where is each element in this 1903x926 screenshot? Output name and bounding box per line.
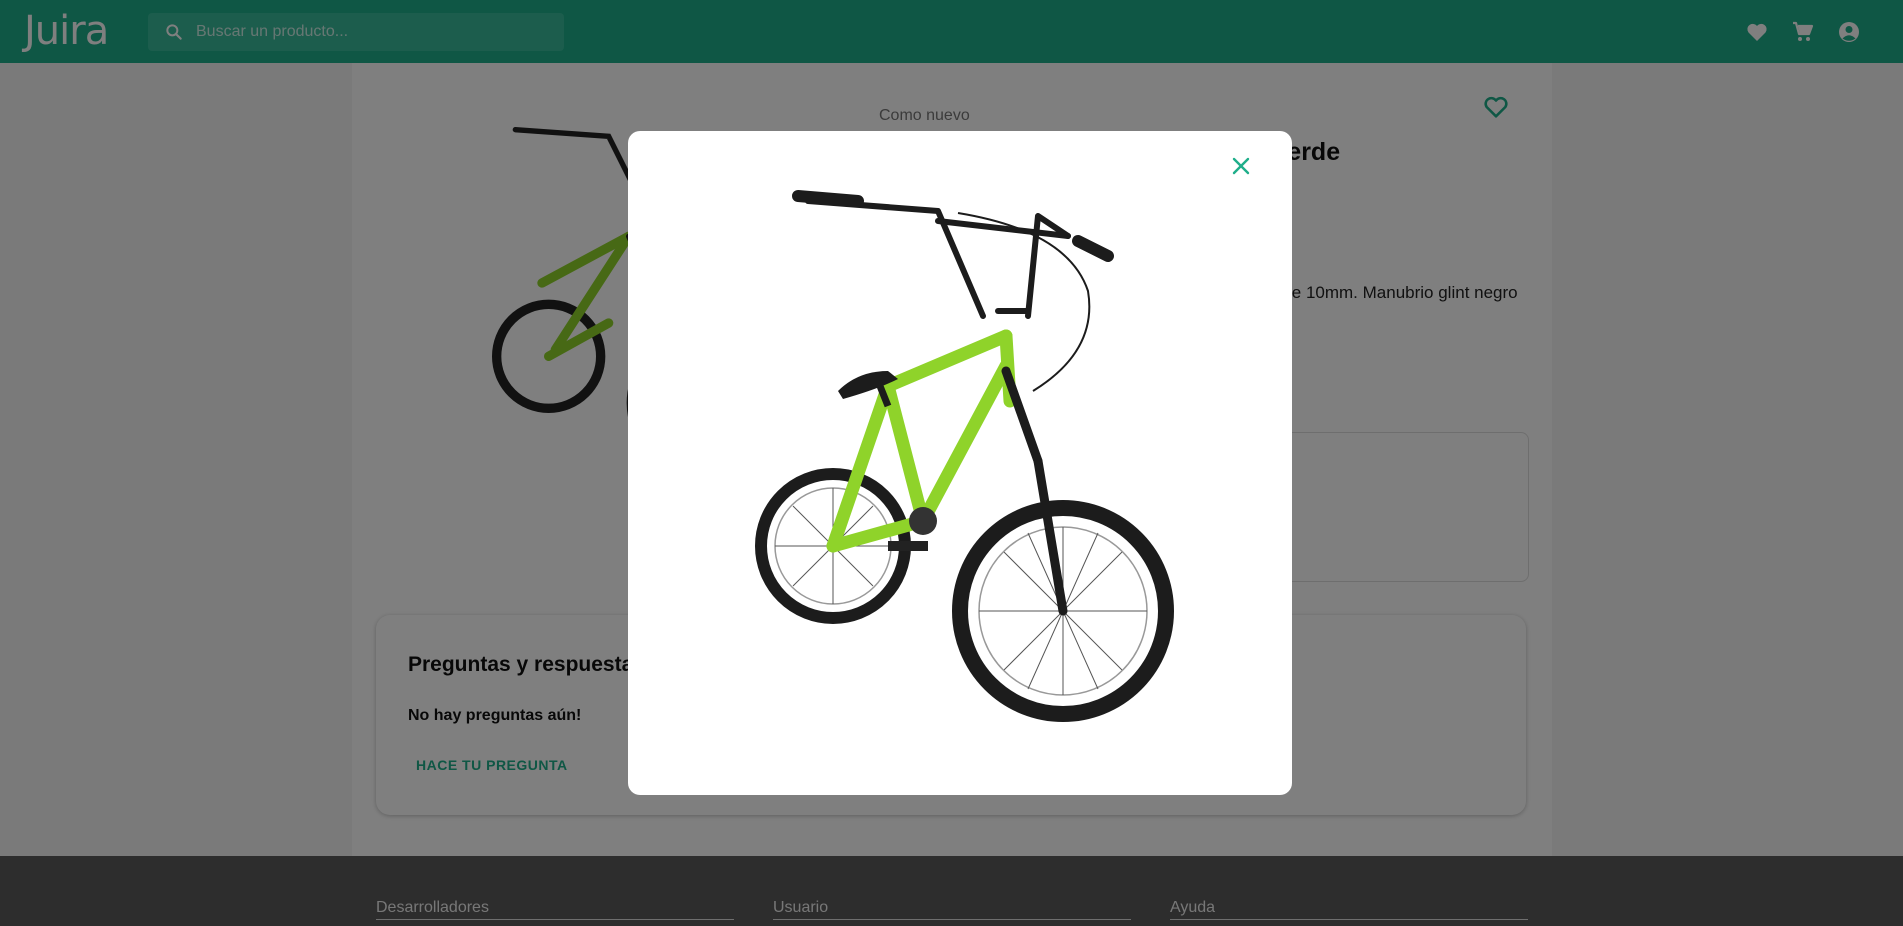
bike-image [755,190,1174,722]
close-icon[interactable] [1226,151,1256,181]
image-modal [628,131,1292,795]
